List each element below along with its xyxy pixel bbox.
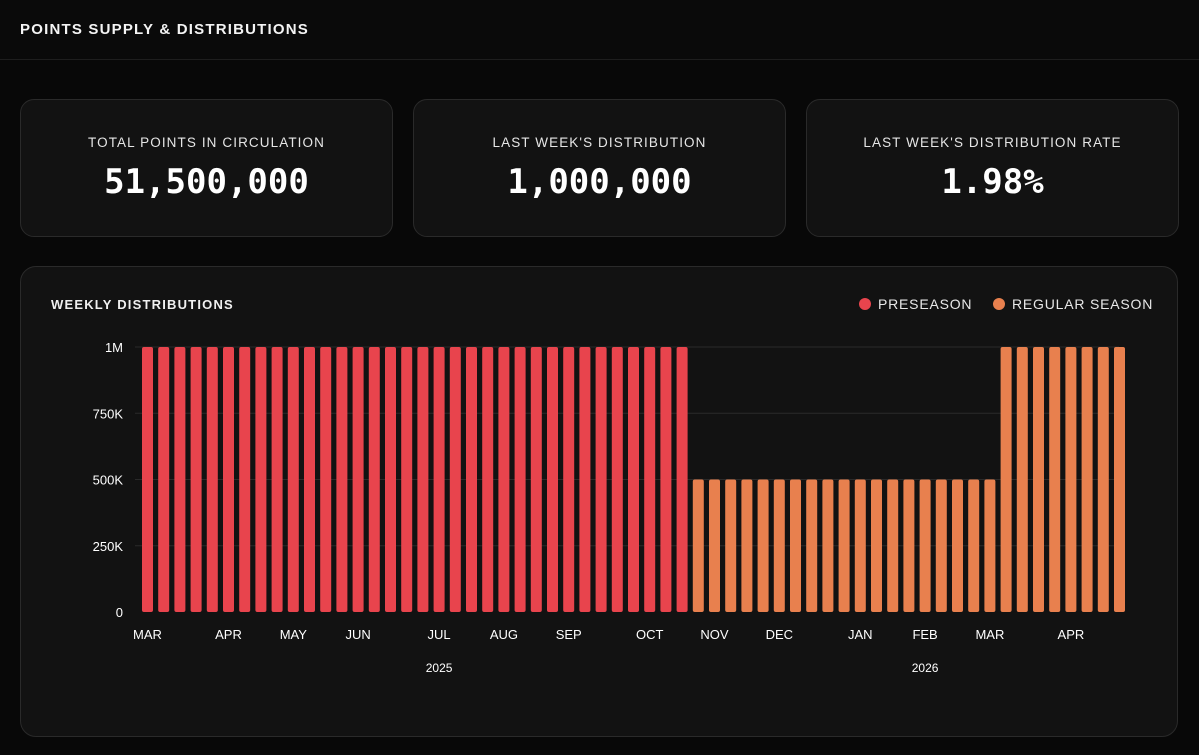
bar-regular-season (1097, 347, 1109, 612)
bar-preseason (466, 347, 477, 612)
bar-preseason (336, 347, 348, 612)
top-bar: POINTS SUPPLY & DISTRIBUTIONS (0, 0, 1199, 60)
bar-regular-season (790, 479, 801, 612)
bar-regular-season (822, 479, 834, 612)
bar-preseason (644, 347, 656, 612)
bar-preseason (206, 347, 218, 612)
bar-preseason (352, 347, 364, 612)
x-year-label: 2026 (912, 661, 939, 675)
bar-regular-season (984, 479, 996, 612)
bar-preseason (255, 347, 267, 612)
bar-preseason (239, 347, 251, 612)
bar-regular-season (952, 479, 963, 612)
bar-preseason (676, 347, 688, 612)
x-month-label: APR (215, 627, 242, 642)
y-tick-label: 750K (93, 406, 124, 421)
x-month-label: NOV (700, 627, 729, 642)
bar-regular-season (838, 479, 850, 612)
bar-preseason (628, 347, 639, 612)
x-month-label: FEB (912, 627, 937, 642)
bar-regular-season (773, 479, 785, 612)
bar-preseason (611, 347, 623, 612)
bar-regular-season (741, 479, 753, 612)
bar-preseason (368, 347, 380, 612)
x-month-label: APR (1058, 627, 1085, 642)
x-month-label: DEC (766, 627, 793, 642)
bar-preseason (433, 347, 445, 612)
bar-preseason (595, 347, 607, 612)
bar-preseason (385, 347, 396, 612)
bar-preseason (401, 347, 413, 612)
stat-value: 1,000,000 (507, 162, 692, 202)
bar-preseason (514, 347, 526, 612)
bar-regular-season (709, 479, 720, 612)
bar-regular-season (1000, 347, 1012, 612)
bar-regular-season (1049, 347, 1061, 612)
bar-regular-season (725, 479, 737, 612)
x-month-label: JUL (428, 627, 451, 642)
bar-regular-season (903, 479, 915, 612)
x-year-label: 2025 (426, 661, 453, 675)
bar-regular-season (1033, 347, 1044, 612)
x-month-label: OCT (636, 627, 664, 642)
bar-regular-season (1081, 347, 1093, 612)
x-month-label: MAR (133, 627, 162, 642)
bar-preseason (287, 347, 299, 612)
bar-preseason (271, 347, 283, 612)
bar-regular-season (1016, 347, 1028, 612)
x-month-label: JAN (848, 627, 873, 642)
stat-card-total-points: TOTAL POINTS IN CIRCULATION 51,500,000 (20, 99, 393, 237)
bar-preseason (174, 347, 186, 612)
bar-preseason (498, 347, 510, 612)
bar-regular-season (1065, 347, 1077, 612)
bar-regular-season (887, 479, 899, 612)
bar-regular-season (935, 479, 947, 612)
stat-card-last-week-distribution: LAST WEEK'S DISTRIBUTION 1,000,000 (413, 99, 786, 237)
y-tick-label: 500K (93, 473, 124, 488)
bar-preseason (417, 347, 429, 612)
bar-preseason (579, 347, 591, 612)
bar-preseason (304, 347, 315, 612)
stat-label: TOTAL POINTS IN CIRCULATION (88, 135, 325, 150)
page-title: POINTS SUPPLY & DISTRIBUTIONS (20, 21, 310, 38)
bar-regular-season (806, 479, 818, 612)
stat-label: LAST WEEK'S DISTRIBUTION RATE (863, 135, 1122, 150)
bar-preseason (530, 347, 542, 612)
stat-card-distribution-rate: LAST WEEK'S DISTRIBUTION RATE 1.98% (806, 99, 1179, 237)
x-month-label: MAY (280, 627, 308, 642)
bar-preseason (660, 347, 672, 612)
bar-preseason (223, 347, 234, 612)
bar-preseason (547, 347, 558, 612)
bar-regular-season (1114, 347, 1125, 612)
stat-value: 1.98% (941, 162, 1044, 202)
x-month-label: MAR (975, 627, 1004, 642)
weekly-distributions-card: WEEKLY DISTRIBUTIONS PRESEASON REGULAR S… (20, 266, 1178, 737)
bar-regular-season (968, 479, 980, 612)
bar-regular-season (919, 479, 931, 612)
bar-regular-season (757, 479, 769, 612)
bar-preseason (320, 347, 332, 612)
bar-preseason (449, 347, 461, 612)
bar-regular-season (854, 479, 866, 612)
weekly-distributions-chart: 0 250K 500K 750K 1M MAR APR MAY JUN JUL AUG SEP OCT N… (93, 340, 1125, 675)
y-tick-label: 0 (116, 605, 123, 620)
bar-preseason (563, 347, 575, 612)
y-tick-label: 1M (105, 340, 123, 355)
x-month-label: AUG (490, 627, 518, 642)
bar-preseason (482, 347, 494, 612)
y-tick-label: 250K (93, 539, 124, 554)
bar-preseason (158, 347, 170, 612)
x-month-label: SEP (556, 627, 582, 642)
bar-regular-season (692, 479, 704, 612)
stat-label: LAST WEEK'S DISTRIBUTION (492, 135, 707, 150)
stat-value: 51,500,000 (104, 162, 309, 202)
bar-preseason (142, 347, 153, 612)
x-month-label: JUN (345, 627, 370, 642)
bar-preseason (190, 347, 202, 612)
bar-regular-season (871, 479, 882, 612)
